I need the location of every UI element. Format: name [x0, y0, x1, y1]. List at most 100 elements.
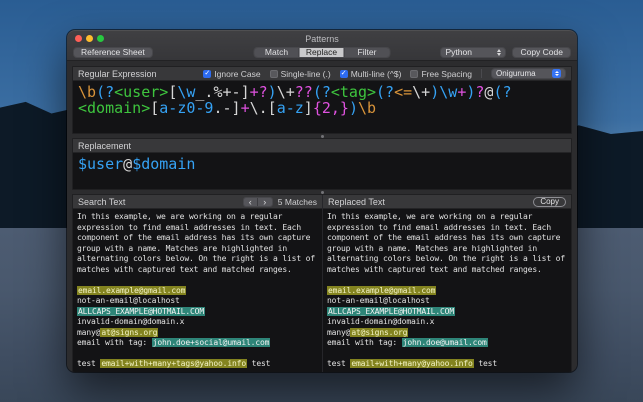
description-paragraph: In this example, we are working on a reg… — [327, 212, 567, 275]
regex-token: \w — [439, 83, 457, 101]
regex-token: (? — [493, 83, 511, 101]
text-line: not-an-email@localhost — [77, 296, 318, 307]
match-highlight: john.doe@umail.com — [402, 338, 488, 347]
checkbox-ignore-case[interactable]: ✓Ignore Case — [203, 69, 260, 79]
regex-token: <= — [394, 83, 412, 101]
text-line: many@at@signs.org — [77, 328, 318, 339]
regex-section-header: Regular Expression ✓Ignore CaseSingle-li… — [73, 67, 571, 81]
match-highlight: email.example@gmail.com — [327, 286, 436, 295]
regex-token: @ — [123, 155, 132, 173]
paragraph-line: In this example, we are working on a reg… — [327, 212, 567, 223]
patterns-window: Patterns Reference Sheet MatchReplaceFil… — [67, 30, 577, 372]
regex-token: \b — [358, 99, 376, 117]
options-divider — [481, 69, 482, 78]
checkbox-free-spacing[interactable]: Free Spacing — [410, 69, 472, 79]
language-select-value: Python — [445, 47, 493, 57]
toolbar-right-group: Python Copy Code — [440, 47, 571, 58]
plain-text: email with tag: — [77, 338, 152, 347]
text-line: ALLCAPS_EXAMPLE@HOTMAIL.COM — [77, 307, 318, 318]
text-line: invalid-domain@domain.x — [77, 317, 318, 328]
tab-match[interactable]: Match — [255, 48, 300, 57]
checkbox-label: Ignore Case — [214, 69, 260, 79]
checked-checkbox-icon[interactable]: ✓ — [340, 70, 348, 78]
replaced-text-body[interactable]: In this example, we are working on a reg… — [323, 209, 571, 372]
regex-token: \+ — [412, 83, 430, 101]
splitter-handle[interactable] — [72, 134, 572, 138]
regex-token: $domain — [132, 155, 195, 173]
stepper-icon — [497, 49, 501, 56]
regex-section-title: Regular Expression — [78, 69, 157, 79]
reference-sheet-button[interactable]: Reference Sheet — [73, 47, 153, 58]
paragraph-line: expression to find email addresses in te… — [77, 223, 318, 234]
plain-text: test — [77, 359, 100, 368]
toolbar: Reference Sheet MatchReplaceFilter Pytho… — [67, 44, 577, 60]
text-line: invalid-domain@domain.x — [327, 317, 567, 328]
regex-token: [ — [268, 99, 277, 117]
paragraph-line: expression to find email addresses in te… — [327, 223, 567, 234]
text-panes: Search Text ‹ › 5 Matches In this exampl… — [72, 194, 572, 372]
splitter-handle[interactable] — [72, 190, 572, 194]
prev-match-button[interactable]: ‹ — [244, 198, 258, 206]
checked-checkbox-icon[interactable]: ✓ — [203, 70, 211, 78]
text-line: email with tag: john.doe+social@umail.co… — [77, 338, 318, 349]
regex-token: ) — [349, 99, 358, 117]
replaced-pane: Replaced Text Copy In this example, we a… — [323, 195, 571, 372]
regex-token: <domain> — [78, 99, 150, 117]
window-content: Regular Expression ✓Ignore CaseSingle-li… — [67, 61, 577, 372]
unchecked-checkbox-icon[interactable] — [270, 70, 278, 78]
replaced-pane-title: Replaced Text — [328, 197, 385, 207]
match-nav: ‹ › — [243, 197, 273, 207]
replacement-section-header: Replacement — [73, 139, 571, 153]
text-line — [77, 349, 318, 360]
regex-token: a-z — [277, 99, 304, 117]
regex-token: .- — [213, 99, 231, 117]
plain-text: many@ — [327, 328, 350, 337]
match-count: 5 Matches — [278, 197, 317, 207]
match-highlight: ALLCAPS_EXAMPLE@HOTMAIL.COM — [327, 307, 455, 316]
next-match-button[interactable]: › — [258, 198, 272, 206]
regex-line: <domain>[a-z0-9.-]+\.[a-z]{2,})\b — [78, 100, 566, 116]
plain-text: invalid-domain@domain.x — [327, 317, 434, 326]
unchecked-checkbox-icon[interactable] — [410, 70, 418, 78]
tab-replace[interactable]: Replace — [300, 48, 345, 57]
regex-editor[interactable]: \b(?<user>[\w_.%+-]+?)\+??(?<tag>(?<=\+)… — [73, 81, 571, 133]
regex-section: Regular Expression ✓Ignore CaseSingle-li… — [72, 66, 572, 134]
checkbox-single-line[interactable]: Single-line (.) — [270, 69, 331, 79]
text-line: ALLCAPS_EXAMPLE@HOTMAIL.COM — [327, 307, 567, 318]
match-highlight: at@signs.org — [100, 328, 158, 337]
text-line: test email+with+many@yahoo.info test — [327, 359, 567, 370]
paragraph-line: group with a name. Matches are highlight… — [327, 244, 567, 255]
regex-token: a-z0-9 — [159, 99, 213, 117]
copy-button[interactable]: Copy — [533, 197, 566, 207]
regex-token: $user — [78, 155, 123, 173]
titlebar[interactable]: Patterns — [67, 30, 577, 44]
text-line — [327, 349, 567, 360]
regex-token: + — [241, 99, 250, 117]
text-line: email.example@gmail.com — [327, 286, 567, 297]
plain-text: invalid-domain@domain.x — [77, 317, 184, 326]
regex-token: + — [457, 83, 466, 101]
search-pane: Search Text ‹ › 5 Matches In this exampl… — [73, 195, 323, 372]
regex-token: (? — [376, 83, 394, 101]
language-select[interactable]: Python — [440, 47, 506, 58]
plain-text: many@ — [77, 328, 100, 337]
text-line: email.example@gmail.com — [77, 286, 318, 297]
paragraph-line: component of the email address has its o… — [327, 233, 567, 244]
plain-text: test — [327, 359, 350, 368]
plain-text: not-an-email@localhost — [327, 296, 430, 305]
regex-token: ) — [430, 83, 439, 101]
text-line: not-an-email@localhost — [327, 296, 567, 307]
match-highlight: ALLCAPS_EXAMPLE@HOTMAIL.COM — [77, 307, 205, 316]
tab-filter[interactable]: Filter — [345, 48, 390, 57]
flavor-select-value: Oniguruma — [496, 69, 548, 78]
search-pane-header: Search Text ‹ › 5 Matches — [73, 195, 322, 209]
replacement-editor[interactable]: $user@$domain — [73, 153, 571, 189]
copy-code-button[interactable]: Copy Code — [512, 47, 571, 58]
checkbox-multi-line[interactable]: ✓Multi-line (^$) — [340, 69, 402, 79]
flavor-select[interactable]: Oniguruma — [491, 68, 566, 79]
search-text-body[interactable]: In this example, we are working on a reg… — [73, 209, 322, 372]
match-highlight: email+with+many@yahoo.info — [350, 359, 473, 368]
paragraph-line: matches with captured text and matched r… — [77, 265, 318, 276]
window-chrome: Patterns Reference Sheet MatchReplaceFil… — [67, 30, 577, 61]
match-highlight: email+with+many+tags@yahoo.info — [100, 359, 247, 368]
